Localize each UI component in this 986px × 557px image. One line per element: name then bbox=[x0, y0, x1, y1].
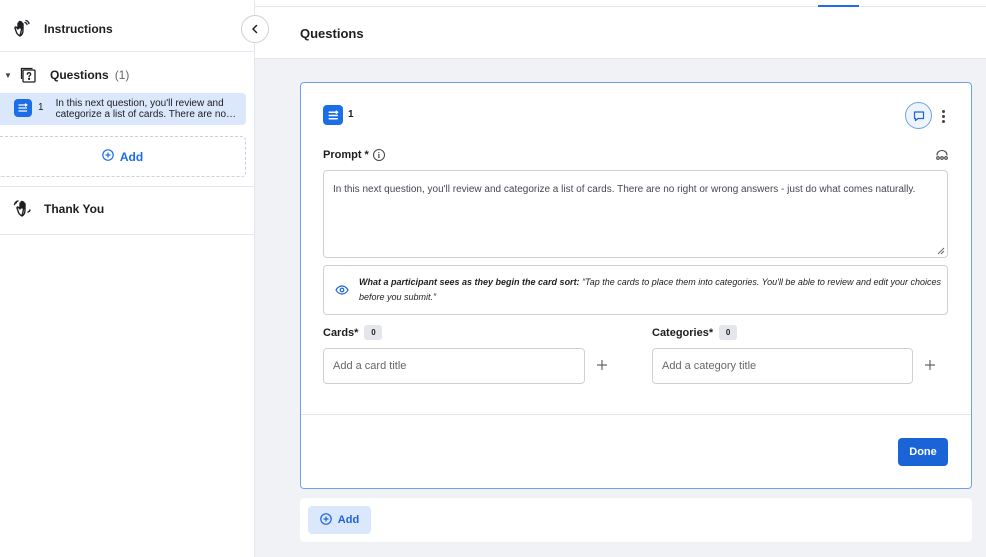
categories-label: Categories* 0 bbox=[652, 325, 738, 340]
chevron-left-icon bbox=[252, 24, 258, 34]
question-number: 1 bbox=[38, 102, 44, 113]
cards-count-badge: 0 bbox=[364, 325, 383, 340]
add-card-button[interactable] bbox=[594, 357, 610, 373]
done-button[interactable]: Done bbox=[898, 438, 948, 466]
waving-hand-icon bbox=[12, 18, 34, 40]
plus-circle-icon bbox=[102, 149, 114, 164]
categories-count-badge: 0 bbox=[719, 325, 738, 340]
sidebar-item-instructions[interactable]: Instructions bbox=[0, 12, 254, 46]
waving-hand-icon bbox=[12, 198, 34, 220]
ai-sparkle-icon[interactable] bbox=[935, 149, 949, 161]
cards-label: Cards* 0 bbox=[323, 325, 383, 340]
divider bbox=[0, 234, 254, 235]
card-sort-icon bbox=[14, 99, 32, 117]
plus-circle-icon bbox=[319, 512, 332, 528]
divider bbox=[301, 414, 971, 415]
add-category-button[interactable] bbox=[922, 357, 938, 373]
question-preview-line: In this next question, you'll review and bbox=[55, 98, 224, 109]
resize-handle-icon[interactable] bbox=[937, 247, 945, 255]
prompt-value: In this next question, you'll review and… bbox=[333, 184, 916, 195]
eye-icon bbox=[335, 285, 349, 295]
participant-preview: What a participant sees as they begin th… bbox=[323, 265, 948, 315]
prompt-textarea[interactable]: In this next question, you'll review and… bbox=[323, 170, 948, 258]
page-title: Questions bbox=[300, 26, 364, 41]
preview-text: What a participant sees as they begin th… bbox=[359, 275, 944, 305]
comment-button[interactable] bbox=[905, 102, 932, 129]
sidebar-item-questions[interactable]: ▼ Questions (1) bbox=[0, 63, 254, 87]
sidebar-item-label: Instructions bbox=[44, 22, 113, 36]
add-question-bar: Add bbox=[300, 498, 972, 542]
add-label: Add bbox=[337, 514, 360, 526]
sidebar-add-button[interactable]: Add bbox=[0, 136, 246, 177]
plus-icon bbox=[925, 360, 935, 370]
question-number: 1 bbox=[348, 109, 354, 120]
active-tab-indicator bbox=[818, 5, 859, 7]
info-icon[interactable]: i bbox=[372, 149, 385, 161]
questions-count: (1) bbox=[114, 68, 130, 82]
categories-label-text: Categories* bbox=[652, 326, 714, 339]
sidebar-question-item[interactable]: 1 In this next question, you'll review a… bbox=[0, 93, 246, 125]
sidebar: Instructions ▼ Questions (1) 1 In this n… bbox=[0, 0, 255, 557]
divider bbox=[0, 186, 254, 187]
sidebar-item-label: Thank You bbox=[44, 202, 105, 216]
question-editor-card: 1 Prompt * i In this next question, you'… bbox=[300, 82, 972, 489]
collapse-sidebar-button[interactable] bbox=[241, 15, 269, 43]
plus-icon bbox=[597, 360, 607, 370]
question-preview-line: categorize a list of cards. There are no… bbox=[55, 109, 238, 120]
add-label: Add bbox=[119, 149, 144, 164]
cards-label-text: Cards* bbox=[323, 326, 359, 339]
comment-icon bbox=[913, 110, 924, 121]
sidebar-item-label: Questions bbox=[50, 68, 109, 82]
sidebar-item-thank-you[interactable]: Thank You bbox=[0, 196, 254, 222]
prompt-label-text: Prompt * bbox=[323, 149, 369, 161]
divider bbox=[0, 51, 254, 52]
prompt-label: Prompt * i bbox=[323, 149, 385, 161]
caret-down-icon[interactable]: ▼ bbox=[4, 71, 14, 80]
question-box-icon bbox=[18, 64, 40, 86]
question-preview-text: In this next question, you'll review and… bbox=[56, 98, 238, 120]
card-sort-icon bbox=[323, 105, 343, 125]
card-title-input[interactable] bbox=[323, 348, 585, 384]
page-header: Questions bbox=[255, 0, 986, 59]
category-title-input[interactable] bbox=[652, 348, 913, 384]
preview-lead: What a participant sees as they begin th… bbox=[359, 277, 580, 287]
add-question-button[interactable]: Add bbox=[308, 506, 371, 534]
kebab-icon[interactable] bbox=[938, 106, 948, 126]
divider bbox=[255, 6, 986, 7]
